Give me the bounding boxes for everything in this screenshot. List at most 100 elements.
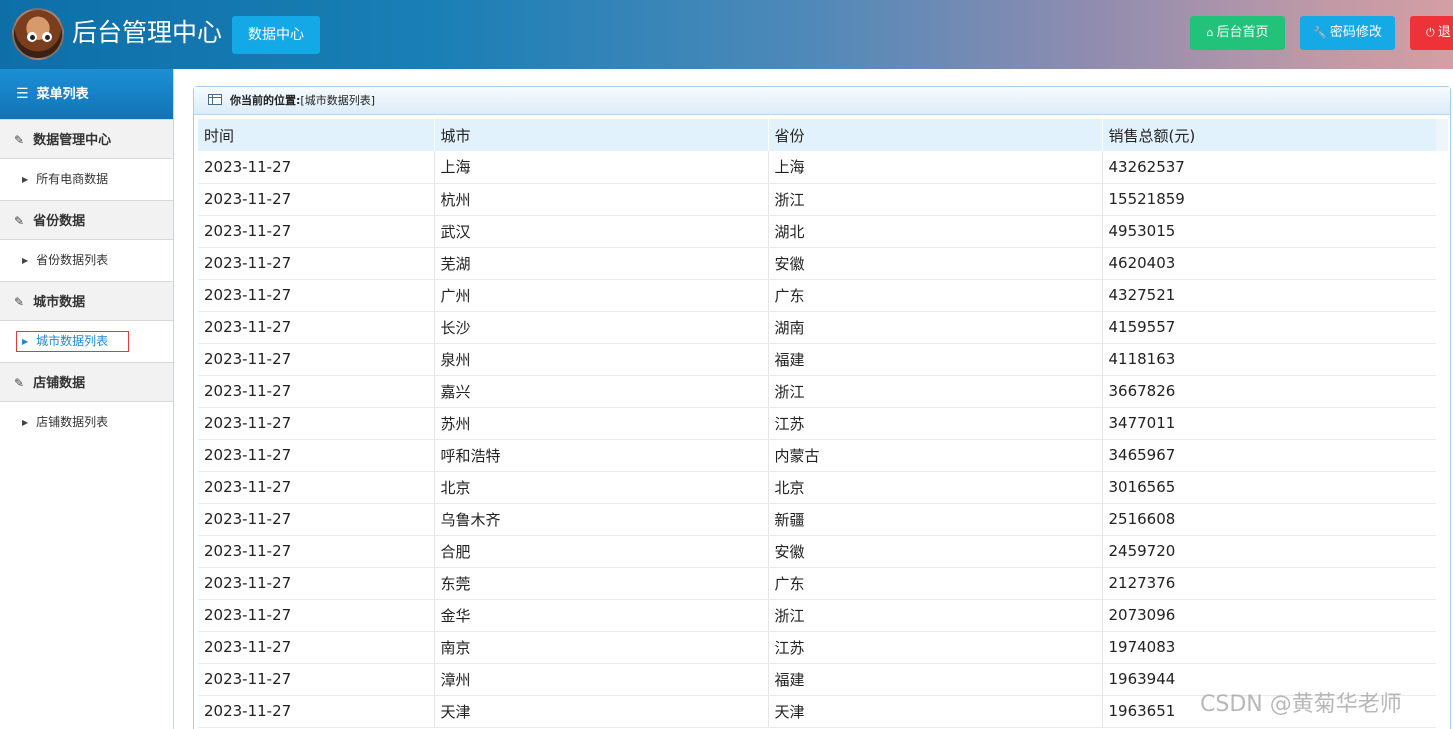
- table-row: 2023-11-27 武汉 湖北 4953015: [198, 215, 1436, 248]
- cell-sales: 3477011: [1102, 407, 1436, 440]
- table-row: 2023-11-27 苏州 江苏 3477011: [198, 407, 1436, 440]
- cell-time: 2023-11-27: [198, 407, 435, 440]
- table-row: 2023-11-27 广州 广东 4327521: [198, 279, 1436, 312]
- sidebar-item-province-list[interactable]: ▶ 省份数据列表: [0, 240, 173, 281]
- table-row: 2023-11-27 金华 浙江 2073096: [198, 599, 1436, 632]
- cell-time: 2023-11-27: [198, 471, 435, 504]
- cell-province: 广东: [768, 279, 1103, 312]
- breadcrumb: 你当前的位置:[城市数据列表]: [194, 87, 1450, 115]
- cell-province: 广东: [768, 567, 1103, 600]
- table-row: 2023-11-27 呼和浩特 内蒙古 3465967: [198, 439, 1436, 472]
- cell-city: 广州: [434, 279, 769, 312]
- cell-sales: 3016565: [1102, 471, 1436, 504]
- cell-sales: 4118163: [1102, 343, 1436, 376]
- cell-city: 杭州: [434, 183, 769, 216]
- cell-province: 上海: [768, 151, 1103, 184]
- cell-province: 江苏: [768, 407, 1103, 440]
- logout-button[interactable]: ⏻ 退: [1410, 16, 1453, 50]
- cell-time: 2023-11-27: [198, 439, 435, 472]
- column-header-city: 城市: [434, 119, 769, 151]
- sidebar-group-data-management[interactable]: ✎ 数据管理中心: [0, 119, 173, 159]
- change-password-button[interactable]: 🔧 密码修改: [1300, 16, 1395, 50]
- wrench-icon: 🔧: [1313, 26, 1327, 39]
- window-icon: [208, 94, 222, 105]
- cell-sales: 43262537: [1102, 151, 1436, 184]
- cell-city: 苏州: [434, 407, 769, 440]
- cell-sales: 2127376: [1102, 567, 1436, 600]
- sidebar: ☰ 菜单列表 ✎ 数据管理中心 ▶ 所有电商数据 ✎ 省份数据 ▶ 省份数据列表 ✎ 城市数…: [0, 69, 174, 729]
- sidebar-group-store-data[interactable]: ✎ 店铺数据: [0, 362, 173, 402]
- cell-time: 2023-11-27: [198, 567, 435, 600]
- app-title: 后台管理中心: [72, 18, 223, 47]
- sidebar-item-city-list[interactable]: ▶ 城市数据列表: [0, 321, 173, 362]
- cell-city: 合肥: [434, 535, 769, 568]
- cell-province: 安徽: [768, 247, 1103, 280]
- cell-time: 2023-11-27: [198, 311, 435, 344]
- cell-time: 2023-11-27: [198, 247, 435, 280]
- cell-time: 2023-11-27: [198, 695, 435, 728]
- cell-city: 武汉: [434, 215, 769, 248]
- table-scrollbar-stub: [1436, 119, 1448, 151]
- table-row: 2023-11-27 北京 北京 3016565: [198, 471, 1436, 504]
- cell-city: 上海: [434, 151, 769, 184]
- table-row: 2023-11-27 乌鲁木齐 新疆 2516608: [198, 503, 1436, 536]
- breadcrumb-prefix: 你当前的位置:: [230, 94, 301, 107]
- cell-city: 泉州: [434, 343, 769, 376]
- cell-time: 2023-11-27: [198, 535, 435, 568]
- cell-sales: 4620403: [1102, 247, 1436, 280]
- cell-city: 呼和浩特: [434, 439, 769, 472]
- table-row: 2023-11-27 东莞 广东 2127376: [198, 567, 1436, 600]
- cell-city: 漳州: [434, 663, 769, 696]
- cell-city: 芜湖: [434, 247, 769, 280]
- edit-icon: ✎: [14, 295, 25, 309]
- table-body: 2023-11-27 上海 上海 43262537 2023-11-27 杭州 浙江 1552…: [198, 151, 1436, 728]
- cell-province: 新疆: [768, 503, 1103, 536]
- cell-time: 2023-11-27: [198, 599, 435, 632]
- table-row: 2023-11-27 杭州 浙江 15521859: [198, 183, 1436, 216]
- breadcrumb-location: [城市数据列表]: [300, 94, 375, 107]
- cell-province: 北京: [768, 471, 1103, 504]
- cell-province: 浙江: [768, 599, 1103, 632]
- cell-city: 嘉兴: [434, 375, 769, 408]
- cell-sales: 4953015: [1102, 215, 1436, 248]
- sidebar-item-all-ecommerce-data[interactable]: ▶ 所有电商数据: [0, 159, 173, 200]
- sidebar-item-store-list[interactable]: ▶ 店铺数据列表: [0, 402, 173, 443]
- table-row: 2023-11-27 南京 江苏 1974083: [198, 631, 1436, 664]
- top-header: 后台管理中心 数据中心 ⌂ 后台首页 🔧 密码修改 ⏻ 退: [0, 0, 1453, 69]
- sidebar-group-city-data[interactable]: ✎ 城市数据: [0, 281, 173, 321]
- caret-right-icon: ▶: [22, 418, 29, 427]
- power-icon: ⏻: [1426, 26, 1435, 39]
- cell-time: 2023-11-27: [198, 503, 435, 536]
- cell-sales: 2516608: [1102, 503, 1436, 536]
- cell-province: 福建: [768, 343, 1103, 376]
- cell-time: 2023-11-27: [198, 631, 435, 664]
- cell-sales: 4159557: [1102, 311, 1436, 344]
- table-row: 2023-11-27 合肥 安徽 2459720: [198, 535, 1436, 568]
- home-button[interactable]: ⌂ 后台首页: [1190, 16, 1285, 50]
- cell-city: 乌鲁木齐: [434, 503, 769, 536]
- cell-time: 2023-11-27: [198, 215, 435, 248]
- table-row: 2023-11-27 泉州 福建 4118163: [198, 343, 1436, 376]
- cell-city: 天津: [434, 695, 769, 728]
- watermark: CSDN @黄菊华老师: [1200, 692, 1402, 717]
- cell-time: 2023-11-27: [198, 663, 435, 696]
- cell-province: 浙江: [768, 183, 1103, 216]
- table-row: 2023-11-27 嘉兴 浙江 3667826: [198, 375, 1436, 408]
- data-center-button[interactable]: 数据中心: [232, 16, 320, 54]
- menu-header: ☰ 菜单列表: [0, 69, 173, 119]
- cell-province: 天津: [768, 695, 1103, 728]
- cell-province: 江苏: [768, 631, 1103, 664]
- edit-icon: ✎: [14, 133, 25, 147]
- column-header-province: 省份: [768, 119, 1103, 151]
- sidebar-group-province-data[interactable]: ✎ 省份数据: [0, 200, 173, 240]
- cell-city: 南京: [434, 631, 769, 664]
- active-highlight-box: [16, 331, 129, 352]
- caret-right-icon: ▶: [22, 256, 29, 265]
- edit-icon: ✎: [14, 214, 25, 228]
- list-icon: ☰: [16, 86, 29, 102]
- content-panel: 你当前的位置:[城市数据列表] 时间 城市 省份 销售总额(元) 2023-11…: [193, 86, 1451, 729]
- cell-city: 北京: [434, 471, 769, 504]
- cell-sales: 2459720: [1102, 535, 1436, 568]
- cell-sales: 4327521: [1102, 279, 1436, 312]
- cell-province: 湖南: [768, 311, 1103, 344]
